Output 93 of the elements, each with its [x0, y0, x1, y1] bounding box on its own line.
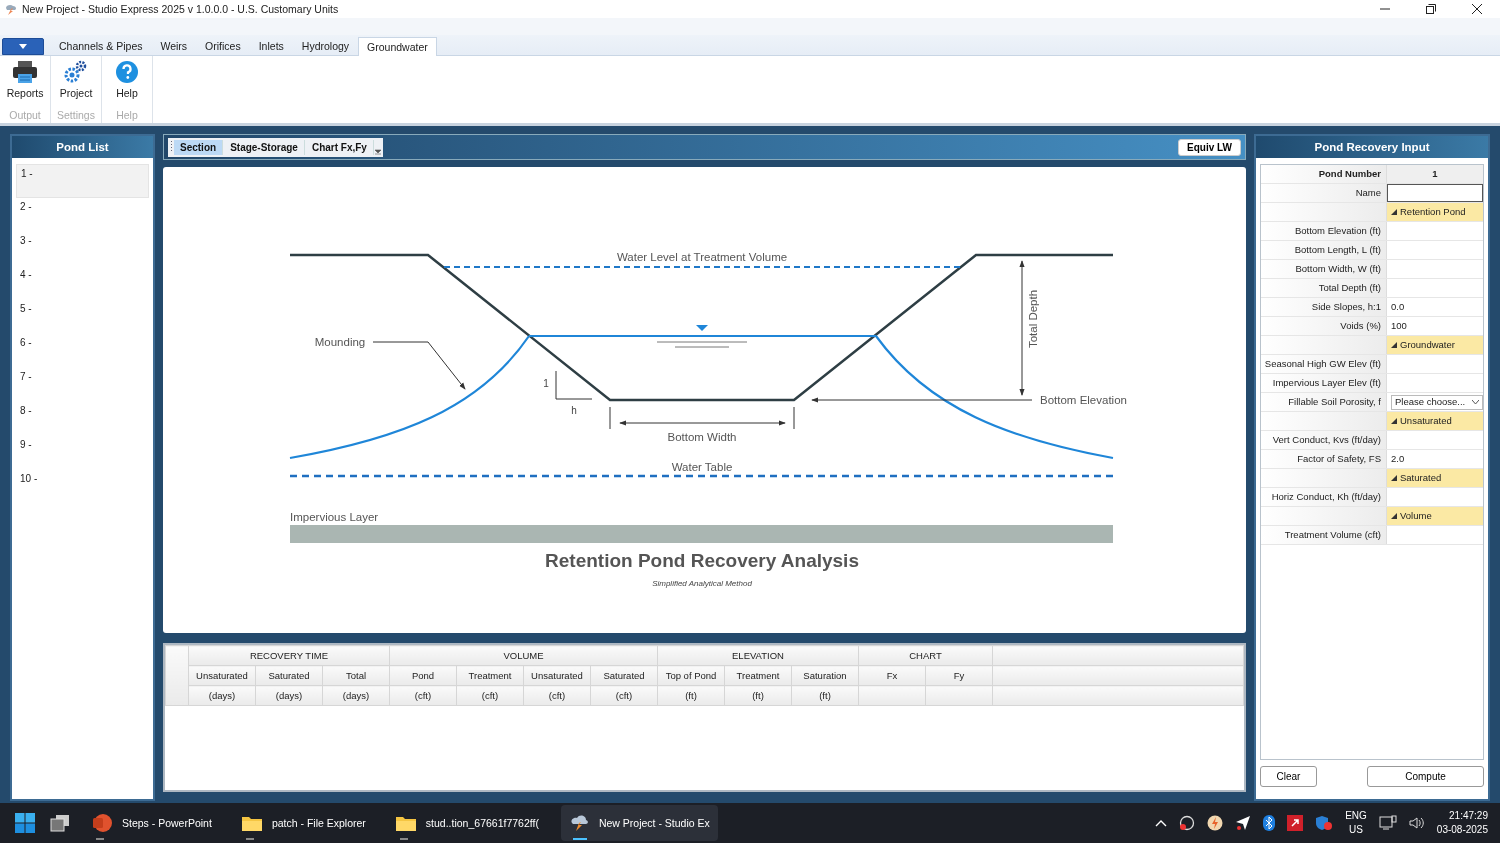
ribbon-button[interactable]: Reports: [4, 60, 46, 102]
paper-plane-icon[interactable]: [1235, 815, 1252, 831]
section-header[interactable]: Groundwater: [1387, 336, 1483, 354]
chevron-up-icon[interactable]: [1155, 819, 1168, 827]
ribbon-group-label: Output: [9, 109, 41, 121]
taskbar-item[interactable]: patch - File Explorer: [233, 805, 374, 841]
ribbon-button[interactable]: Help: [113, 60, 141, 102]
collapse-icon: [1391, 342, 1397, 348]
column-group-header: CHART: [858, 645, 993, 666]
task-view-icon[interactable]: [50, 814, 70, 832]
column-group-header: ELEVATION: [657, 645, 859, 666]
collapse-icon: [1391, 513, 1397, 519]
row-header-cell: [165, 645, 189, 706]
ribbon-tab[interactable]: Channels & Pipes: [50, 36, 152, 55]
name-input-field[interactable]: [1387, 184, 1483, 202]
windows-start-icon[interactable]: [14, 812, 36, 834]
equiv-lw-button[interactable]: Equiv LW: [1178, 138, 1241, 156]
lightning-icon[interactable]: [1207, 815, 1224, 831]
panel-header: Pond List: [12, 136, 153, 158]
taskbar-item[interactable]: Steps - PowerPoint: [84, 805, 220, 841]
diagram-label: Mounding: [314, 336, 366, 348]
ribbon-tab[interactable]: Groundwater: [358, 37, 437, 56]
chevron-down-icon: [1472, 400, 1479, 404]
bluetooth-icon[interactable]: [1263, 815, 1276, 831]
diagram-label: Total Depth: [1027, 289, 1039, 349]
property-value[interactable]: 0.0: [1387, 298, 1483, 316]
ribbon-group-label: Settings: [57, 109, 95, 121]
pond-list-item[interactable]: 6 -: [16, 334, 149, 368]
ribbon-group-label: Help: [116, 109, 138, 121]
folder-icon: [395, 815, 416, 831]
pond-list-item[interactable]: 4 -: [16, 266, 149, 300]
porosity-dropdown[interactable]: Please choose...: [1391, 394, 1483, 410]
diagram-title: Retention Pond Recovery Analysis: [545, 550, 859, 571]
slope-indicator-line: [555, 370, 593, 400]
ribbon-button[interactable]: Project: [57, 60, 95, 102]
folder-icon: [241, 815, 262, 831]
pond-list-item[interactable]: 1 -: [16, 164, 149, 198]
caret-icon: [19, 44, 27, 49]
network-status-icon[interactable]: [1179, 815, 1196, 831]
pond-list-item[interactable]: 3 -: [16, 232, 149, 266]
collapse-icon: [1391, 418, 1397, 424]
column-group-header: VOLUME: [389, 645, 658, 666]
pond-list-item[interactable]: 9 -: [16, 436, 149, 470]
panel-header: Pond Recovery Input: [1256, 136, 1488, 158]
gears-icon: [64, 60, 88, 84]
shield-icon[interactable]: [1315, 815, 1334, 831]
app-tray-icon[interactable]: [1287, 815, 1304, 831]
diagram-label: h: [571, 405, 577, 416]
diagram-label: 1: [543, 378, 549, 389]
diagram-label: Bottom Width: [667, 431, 737, 443]
printer-icon: [12, 60, 38, 84]
action-button[interactable]: Clear: [1260, 766, 1317, 787]
lightning-icon: [4, 2, 18, 16]
help-icon: [115, 60, 139, 84]
language-indicator[interactable]: ENG US: [1345, 809, 1367, 837]
column-group-header: RECOVERY TIME: [188, 645, 390, 666]
window-title: New Project - Studio Express 2025 v 1.0.0.0 - U.S. Customary Units: [22, 3, 339, 15]
view-tab[interactable]: Chart Fx,Fy: [305, 139, 374, 155]
pond-number-value: 1: [1387, 165, 1483, 183]
view-tab[interactable]: Section: [174, 139, 224, 155]
section-header[interactable]: Retention Pond: [1387, 203, 1483, 221]
collapse-icon: [1391, 475, 1397, 481]
pond-list-item[interactable]: 8 -: [16, 402, 149, 436]
presentation-app-icon: [92, 813, 112, 833]
ribbon-tab[interactable]: Hydrology: [292, 36, 359, 55]
pond-list-item[interactable]: 10 -: [16, 470, 149, 504]
collapse-icon: [1391, 209, 1397, 215]
application-menu-button[interactable]: [2, 38, 44, 55]
property-value[interactable]: 100: [1387, 317, 1483, 335]
diagram-label: Water Level at Treatment Volume: [616, 251, 788, 263]
section-header[interactable]: Volume: [1387, 507, 1483, 525]
action-button[interactable]: Compute: [1367, 766, 1484, 787]
overflow-icon[interactable]: [374, 146, 381, 155]
pond-list-item[interactable]: 2 -: [16, 198, 149, 232]
clock[interactable]: 21:47:29 03-08-2025: [1436, 809, 1488, 837]
ribbon-tab[interactable]: Inlets: [249, 36, 293, 55]
pond-list-item[interactable]: 5 -: [16, 300, 149, 334]
diagram-subtitle: Simplified Analytical Method: [652, 579, 752, 588]
taskbar-item[interactable]: New Project - Studio Ex: [560, 805, 718, 841]
pond-list-item[interactable]: 7 -: [16, 368, 149, 402]
section-header[interactable]: Saturated: [1387, 469, 1483, 487]
diagram-label: Bottom Elevation: [1040, 394, 1127, 406]
display-icon[interactable]: [1378, 815, 1397, 831]
property-value[interactable]: 2.0: [1387, 450, 1483, 468]
ribbon-tab[interactable]: Weirs: [151, 36, 197, 55]
view-tab[interactable]: Stage-Storage: [224, 139, 305, 155]
volume-icon[interactable]: [1408, 815, 1425, 831]
ribbon-tab[interactable]: Orifices: [196, 36, 250, 55]
taskbar-item[interactable]: stud..tion_67661f7762ff(: [387, 805, 547, 841]
section-header[interactable]: Unsaturated: [1387, 412, 1483, 430]
diagram-label: Water Table: [671, 461, 733, 473]
grip-icon: [170, 140, 173, 154]
diagram-label: Impervious Layer: [290, 511, 379, 523]
